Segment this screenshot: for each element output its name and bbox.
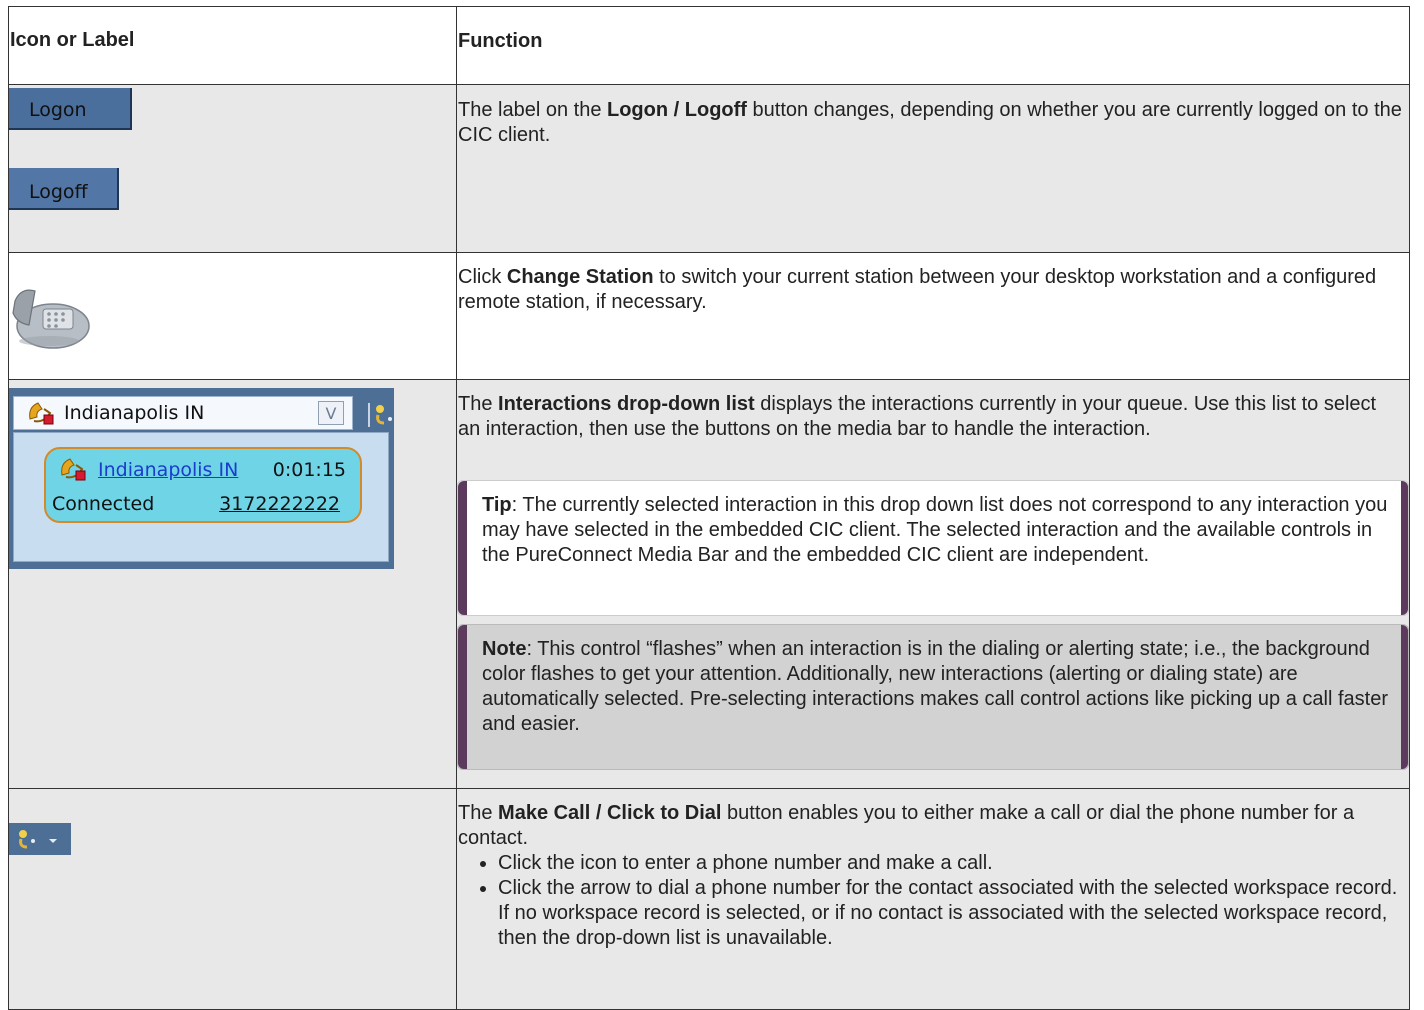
logoff-button-image: Logoff [9,168,119,210]
phone-handset-icon [29,402,54,425]
interaction-duration: 0:01:15 [272,459,346,481]
table-row-make-call: The Make Call / Click to Dial button ena… [9,789,1409,1009]
row3-description: The Interactions drop-down list displays… [458,393,1377,440]
make-call-icon[interactable] [366,401,394,429]
chevron-down-icon[interactable]: V [318,401,344,425]
table-header-row: Icon or Label Function [9,7,1409,85]
interaction-state: Connected [52,493,155,515]
table-row-change-station: Click Change Station to switch your curr… [9,253,1409,380]
interaction-number: 3172222222 [219,493,340,515]
table-row-interactions: Indianapolis IN V Indianapolis IN 0:01:1… [9,380,1409,789]
header-icon-label: Icon or Label [10,29,135,51]
tip-box: Tip: The currently selected interaction … [457,480,1409,616]
phone-icon [12,289,90,349]
row1-description: The label on the Logon / Logoff button c… [458,99,1402,146]
make-call-bullets: Click the icon to enter a phone number a… [458,851,1403,951]
dropdown-selected-label: Indianapolis IN [64,402,205,424]
interaction-popup: Indianapolis IN 0:01:15 Connected 317222… [13,432,389,562]
interaction-card[interactable]: Indianapolis IN 0:01:15 Connected 317222… [44,447,362,523]
tip-label: Tip [482,494,512,516]
function-table: Icon or Label Function Logon Logoff The … [8,6,1410,1010]
make-call-icon [19,830,57,849]
table-row-logon: Logon Logoff The label on the Logon / Lo… [9,85,1409,253]
note-label: Note [482,638,527,660]
tip-text: : The currently selected interaction in … [482,494,1388,566]
make-call-button-image [9,823,71,855]
interaction-name-link[interactable]: Indianapolis IN [98,459,238,481]
list-item: Click the icon to enter a phone number a… [498,851,1403,876]
note-box: Note: This control “flashes” when an int… [457,624,1409,770]
row2-description: Click Change Station to switch your curr… [458,266,1377,313]
note-text: : This control “flashes” when an interac… [482,638,1388,735]
media-bar-image: Indianapolis IN V Indianapolis IN 0:01:1… [9,388,394,569]
interactions-dropdown[interactable]: Indianapolis IN V [13,396,353,430]
phone-handset-icon [61,458,86,481]
list-item: Click the arrow to dial a phone number f… [498,876,1403,951]
row4-description: The Make Call / Click to Dial button ena… [458,801,1403,951]
logon-button-image: Logon [9,88,132,130]
header-function: Function [458,30,543,52]
